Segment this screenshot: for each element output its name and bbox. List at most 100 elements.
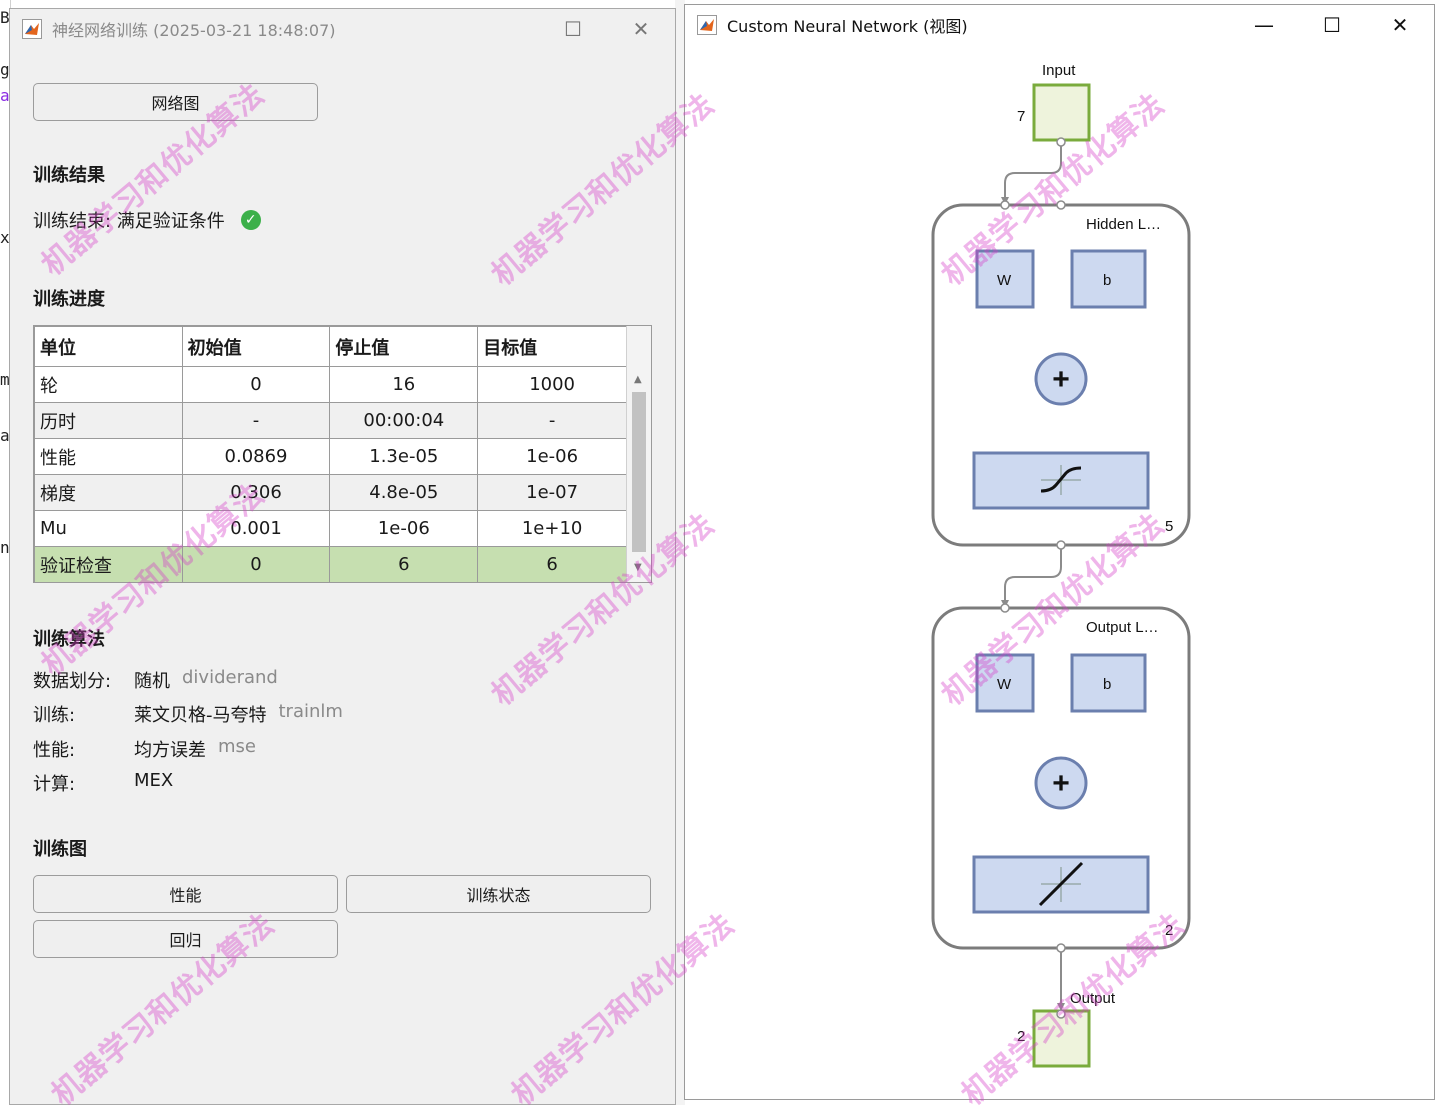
output-node-port: [1056, 1009, 1066, 1019]
checkmark-icon: ✓: [240, 210, 261, 230]
cell-initial: -: [181, 402, 331, 439]
network-view-button[interactable]: 网络图: [33, 83, 318, 121]
network-diagram: Input 7 Hidden L… W b + 5 Output L… W b …: [931, 62, 1191, 1068]
hidden-layer-size: 5: [1165, 518, 1173, 535]
hidden-input-port: [1056, 200, 1066, 210]
matlab-logo-icon: [22, 19, 42, 39]
minimize-icon[interactable]: —: [1230, 5, 1298, 45]
cell-target: 1000: [477, 366, 627, 403]
algorithm-row-performance: 性能: 均方误差 mse: [33, 736, 256, 762]
plots-heading: 训练图: [33, 839, 87, 860]
cell-stop: 1.3e-05: [329, 438, 479, 475]
input-size: 7: [1017, 108, 1025, 125]
progress-heading: 训练进度: [33, 289, 105, 310]
algorithm-code: mse: [218, 736, 256, 757]
performance-plot-button[interactable]: 性能: [33, 875, 338, 913]
maximize-icon[interactable]: ☐: [1298, 5, 1366, 45]
progress-table: 单位 初始值 停止值 目标值 轮 0 16 1000 历时 - 00:00:04: [33, 325, 652, 583]
cell-stop: 00:00:04: [329, 402, 479, 439]
cell-stop: 6: [329, 546, 479, 582]
output-layer-input-port: [1000, 603, 1010, 613]
hidden-layer-title: Hidden L…: [1086, 216, 1161, 233]
close-icon[interactable]: ✕: [607, 9, 675, 49]
network-view-titlebar[interactable]: Custom Neural Network (视图) — ☐ ✕: [685, 5, 1434, 45]
scroll-down-icon[interactable]: ▼: [634, 562, 642, 573]
cell-unit: Mu: [34, 510, 183, 547]
input-output-port: [1056, 137, 1066, 147]
algorithm-row-training: 训练: 莱文贝格-马夸特 trainlm: [33, 701, 343, 727]
column-header-initial: 初始值: [181, 326, 331, 367]
output-bias-label: b: [1103, 676, 1111, 693]
algorithm-heading: 训练算法: [33, 629, 105, 650]
close-icon[interactable]: ✕: [1366, 5, 1434, 45]
cell-stop: 4.8e-05: [329, 474, 479, 511]
table-row: 轮 0 16 1000: [34, 366, 627, 403]
regression-plot-button[interactable]: 回归: [33, 920, 338, 958]
output-sum-symbol: +: [1052, 767, 1070, 800]
cell-target: 1e-06: [477, 438, 627, 475]
matlab-logo-icon: [697, 15, 717, 35]
training-window-title: 神经网络训练 (2025-03-21 18:48:07): [52, 21, 336, 40]
algorithm-code: dividerand: [182, 667, 278, 688]
input-label: Input: [1042, 62, 1076, 79]
algorithm-row-division: 数据划分: 随机 dividerand: [33, 667, 278, 693]
cell-initial: 0.001: [181, 510, 331, 547]
cell-initial: 0: [181, 366, 331, 403]
table-scrollbar[interactable]: ▲ ▼: [626, 326, 651, 582]
training-window-titlebar[interactable]: 神经网络训练 (2025-03-21 18:48:07) ☐ ✕: [10, 9, 675, 49]
cell-target: -: [477, 402, 627, 439]
table-header-row: 单位 初始值 停止值 目标值: [34, 326, 627, 367]
hidden-layer-input-port: [1000, 200, 1010, 210]
hidden-bias-label: b: [1103, 272, 1111, 289]
hidden-output-port: [1056, 540, 1066, 550]
algorithm-value: 随机: [134, 671, 170, 692]
algorithm-code: trainlm: [278, 701, 343, 722]
cell-target: 1e-07: [477, 474, 627, 511]
results-heading: 训练结果: [33, 165, 105, 186]
table-row: 历时 - 00:00:04 -: [34, 402, 627, 439]
maximize-icon[interactable]: ☐: [539, 9, 607, 49]
background-editor-right: [1434, 0, 1441, 1105]
algorithm-label: 性能:: [33, 740, 76, 761]
algorithm-value: 莱文贝格-马夸特: [134, 705, 267, 726]
table-row: 性能 0.0869 1.3e-05 1e-06: [34, 438, 627, 475]
hidden-weight-label: W: [997, 272, 1012, 289]
cell-target: 6: [477, 546, 627, 582]
table-row: 梯度 0.306 4.8e-05 1e-07: [34, 474, 627, 511]
status-text: 训练结束: 满足验证条件: [33, 211, 225, 232]
cell-unit: 验证检查: [34, 546, 183, 582]
algorithm-value: MEX: [134, 770, 174, 791]
table-row: Mu 0.001 1e-06 1e+10: [34, 510, 627, 547]
cell-unit: 轮: [34, 366, 183, 403]
scrollbar-thumb[interactable]: [632, 392, 646, 552]
cell-initial: 0.306: [181, 474, 331, 511]
training-state-plot-button[interactable]: 训练状态: [346, 875, 651, 913]
algorithm-value: 均方误差: [134, 740, 206, 761]
algorithm-label: 计算:: [33, 774, 76, 795]
algorithm-label: 训练:: [33, 705, 76, 726]
column-header-stop: 停止值: [329, 326, 479, 367]
column-header-target: 目标值: [477, 326, 627, 367]
table-row-highlighted: 验证检查 0 6 6: [34, 546, 627, 582]
algorithm-label: 数据划分:: [33, 671, 112, 692]
hidden-sum-symbol: +: [1052, 363, 1070, 396]
output-layer-size: 2: [1165, 922, 1173, 939]
output-layer-title: Output L…: [1086, 619, 1159, 636]
network-view-window: Custom Neural Network (视图) — ☐ ✕ Input 7…: [684, 4, 1435, 1100]
scroll-up-icon[interactable]: ▲: [634, 374, 642, 385]
training-status: 训练结束: 满足验证条件 ✓: [33, 207, 261, 233]
cell-stop: 1e-06: [329, 510, 479, 547]
algorithm-row-compute: 计算: MEX: [33, 770, 185, 796]
cell-unit: 梯度: [34, 474, 183, 511]
column-header-unit: 单位: [34, 326, 183, 367]
cell-stop: 16: [329, 366, 479, 403]
cell-unit: 历时: [34, 402, 183, 439]
output-node[interactable]: [1032, 1009, 1091, 1068]
output-layer-output-port: [1056, 943, 1066, 953]
input-node[interactable]: [1032, 83, 1091, 142]
output-size: 2: [1017, 1028, 1025, 1045]
cell-initial: 0.0869: [181, 438, 331, 475]
cell-initial: 0: [181, 546, 331, 582]
output-weight-label: W: [997, 676, 1012, 693]
cell-target: 1e+10: [477, 510, 627, 547]
